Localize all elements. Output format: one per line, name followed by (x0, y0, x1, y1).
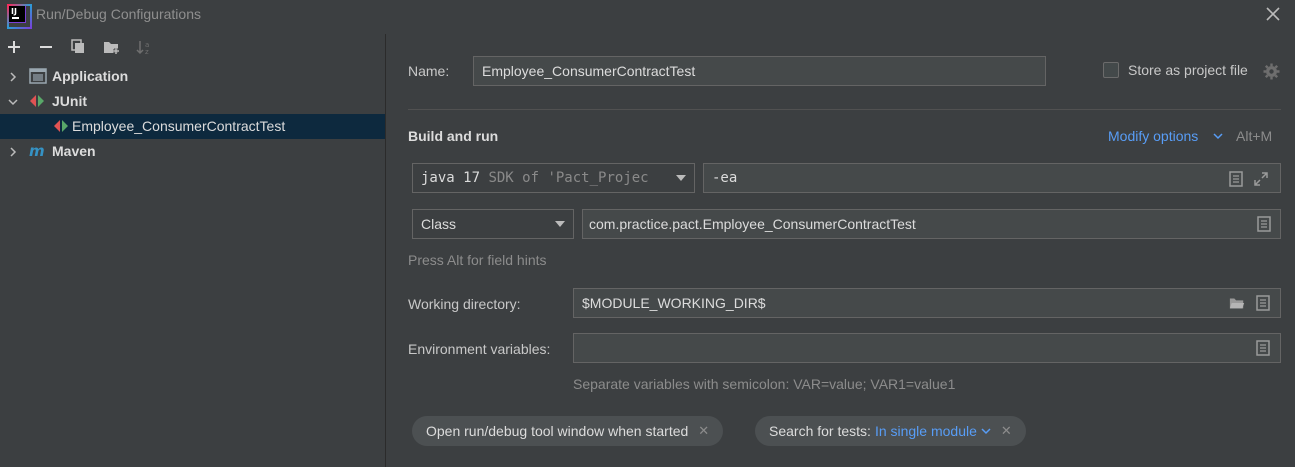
jre-main-label: java 17 (421, 170, 481, 186)
chevron-down-icon[interactable] (1212, 132, 1224, 142)
modify-options-link[interactable]: Modify options (1108, 128, 1198, 144)
chevron-right-icon[interactable] (7, 146, 19, 158)
application-window-icon (29, 68, 47, 84)
test-kind-value: Class (421, 216, 457, 232)
dropdown-caret-icon (555, 221, 565, 227)
test-kind-select[interactable]: Class (412, 209, 574, 239)
separator (408, 109, 1281, 110)
dropdown-caret-icon (676, 175, 686, 181)
svg-text:m: m (29, 143, 45, 159)
chip-label: Search for tests: (769, 423, 871, 439)
environment-variables-hint: Separate variables with semicolon: VAR=v… (573, 376, 956, 392)
svg-text:z: z (145, 48, 149, 55)
remove-chip-icon[interactable]: ✕ (1001, 423, 1012, 439)
folder-icon[interactable] (1229, 295, 1245, 311)
chevron-down-icon[interactable] (981, 427, 991, 435)
junit-icon (30, 95, 44, 107)
jre-detail-label: SDK of 'Pact_Projec (488, 170, 649, 186)
working-directory-input[interactable]: $MODULE_WORKING_DIR$ (573, 288, 1281, 318)
configurations-panel: az Application JUnit Employee_ConsumerCo… (0, 34, 385, 467)
tree-item-label: Employee_ConsumerContractTest (72, 118, 286, 134)
name-label: Name: (408, 63, 450, 79)
gear-icon[interactable] (1263, 63, 1280, 80)
title-bar: IJ Run/Debug Configurations (0, 0, 1295, 30)
copy-config-button[interactable] (68, 37, 88, 57)
tree-item-junit[interactable]: JUnit (0, 89, 385, 114)
build-and-run-title: Build and run (408, 128, 499, 144)
sort-button[interactable]: az (134, 37, 154, 57)
maximize-icon[interactable] (1253, 171, 1269, 187)
tree-item-employee-consumer-contract-test[interactable]: Employee_ConsumerContractTest (0, 114, 385, 139)
vm-options-input[interactable]: -ea (703, 163, 1281, 193)
store-as-project-file-checkbox[interactable] (1103, 62, 1119, 78)
modify-options-shortcut: Alt+M (1236, 128, 1273, 144)
search-for-tests-chip[interactable]: Search for tests: In single module ✕ (755, 416, 1026, 446)
environment-variables-input[interactable] (573, 333, 1281, 363)
name-input[interactable]: Employee_ConsumerContractTest (473, 56, 1046, 86)
jre-select[interactable]: java 17 SDK of 'Pact_Projec (412, 163, 695, 193)
remove-chip-icon[interactable]: ✕ (698, 423, 709, 439)
add-config-button[interactable] (4, 37, 24, 57)
expand-text-icon[interactable] (1228, 171, 1244, 187)
close-icon[interactable] (1263, 4, 1283, 24)
junit-test-icon (54, 120, 68, 132)
sort-icon: az (136, 41, 149, 55)
maven-icon: m (29, 143, 45, 159)
working-directory-label: Working directory: (408, 296, 521, 312)
tree-item-label: Application (52, 68, 129, 84)
environment-variables-label: Environment variables: (408, 341, 551, 357)
configuration-form: Name: Employee_ConsumerContractTest Stor… (386, 34, 1295, 467)
edit-variables-icon[interactable] (1255, 340, 1271, 356)
chevron-down-icon[interactable] (7, 96, 19, 108)
folder-add-icon (104, 42, 119, 54)
window-title: Run/Debug Configurations (36, 6, 201, 22)
remove-config-button[interactable] (36, 37, 56, 57)
tree-item-label: Maven (52, 143, 96, 159)
tree-item-application[interactable]: Application (0, 64, 385, 89)
tree-item-maven[interactable]: m Maven (0, 139, 385, 164)
intellij-logo-icon: IJ (8, 5, 26, 23)
class-input[interactable]: com.practice.pact.Employee_ConsumerContr… (582, 209, 1281, 239)
new-folder-button[interactable] (102, 37, 122, 57)
tree-item-label: JUnit (52, 93, 87, 109)
chip-label: Open run/debug tool window when started (426, 423, 689, 439)
open-tool-window-chip[interactable]: Open run/debug tool window when started … (412, 416, 724, 446)
store-as-project-file-label[interactable]: Store as project file (1128, 62, 1248, 78)
plus-icon (8, 41, 20, 53)
configurations-toolbar: az (0, 34, 385, 60)
copy-icon (71, 39, 84, 53)
browse-icon[interactable] (1256, 216, 1272, 232)
field-hints-text: Press Alt for field hints (408, 252, 547, 268)
chevron-right-icon[interactable] (7, 71, 19, 83)
search-scope-link[interactable]: In single module (875, 423, 977, 439)
minus-icon (40, 46, 52, 48)
expand-text-icon[interactable] (1255, 295, 1271, 311)
